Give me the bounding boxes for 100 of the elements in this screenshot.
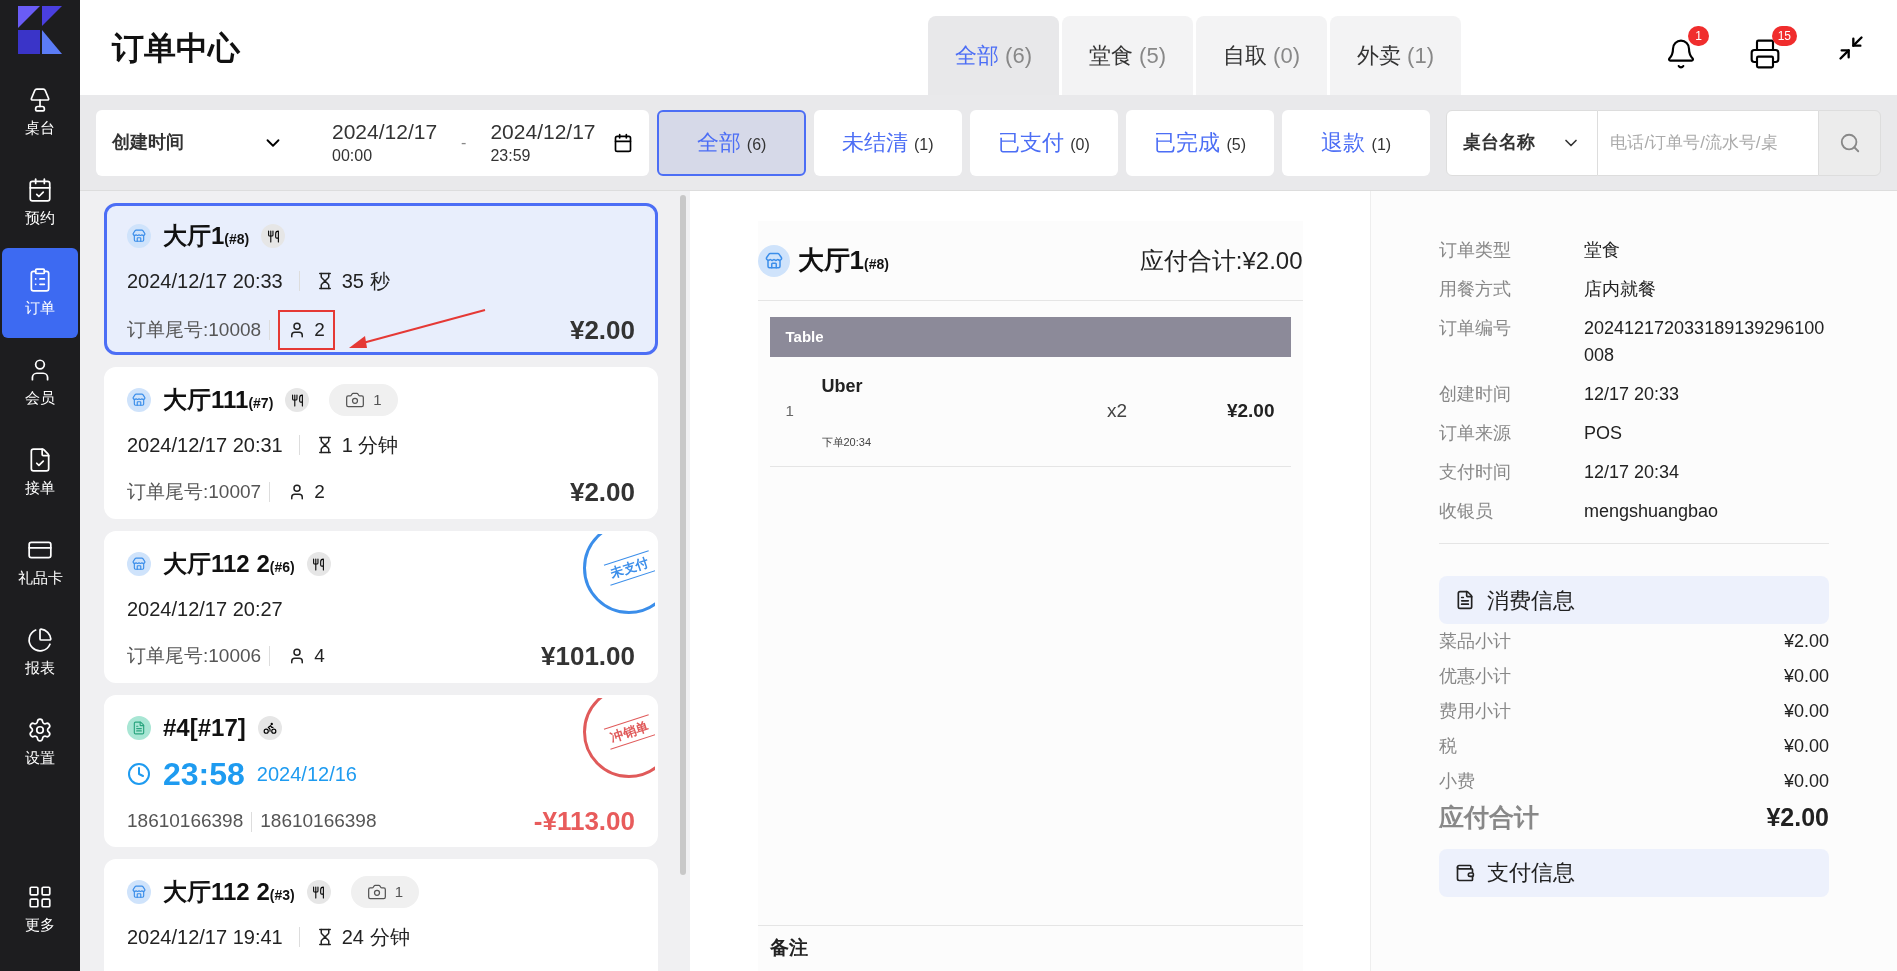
sidebar-item[interactable]: 报表 [2,608,78,698]
status-tab[interactable]: 已完成 (5) [1126,109,1275,176]
order-card[interactable]: 大厅111(#7) 1 2024/12/17 20:31 1 分钟 订单尾号:10007 2 ¥2.00 [104,367,658,519]
item-price: ¥2.00 [1226,399,1275,424]
page-title: 订单中心 [110,28,241,68]
item-note: 下单20:34 [821,435,872,450]
sidebar-item[interactable]: 设置 [2,698,78,788]
search-field[interactable]: 电话/订单号/流水号/桌 [1598,109,1819,176]
start-date: 2024/12/17 [332,119,438,146]
delivery-date: 2024/12/16 [256,762,357,787]
info-label: 订单编号 [1439,317,1512,340]
section-header: 消费信息 [1439,576,1829,624]
status-tab[interactable]: 退款 (1) [1282,109,1431,176]
sidebar-item[interactable]: 预约 [2,158,78,248]
start-time: 00:00 [332,145,374,166]
order-stamp: 冲销单 [583,698,655,778]
wallet-icon [1455,862,1475,883]
dish-icon [261,224,286,248]
order-card[interactable]: 大厅112 2(#6) 2024/12/17 20:27 订单尾号:10006 4 ¥101.00 未支付 [104,531,658,683]
order-amount: ¥2.00 [569,475,635,509]
search-type-dropdown[interactable]: 桌台名称 [1446,109,1599,176]
order-card[interactable]: 大厅112 2(#3) 1 2024/12/17 19:41 24 分钟 [104,859,658,971]
order-type-tab[interactable]: 自取 (0) [1196,16,1327,95]
order-title: 大厅1(#8) [163,221,250,251]
bell-icon [1665,37,1697,70]
info-value: POS [1584,422,1622,445]
order-tail-number: 订单尾号:10007 [127,480,262,504]
order-type-tab[interactable]: 堂食 (5) [1062,16,1193,95]
sidebar-item[interactable]: 礼品卡 [2,518,78,608]
receipt-icon [1455,590,1475,610]
order-title: 大厅111(#7) [163,385,274,415]
item-name: Uber [821,374,864,398]
guest-count: 2 [278,472,335,513]
phone-number: 18610166398 [127,809,244,834]
info-label: 收银员 [1439,500,1494,523]
search-icon [1838,131,1861,154]
info-label: 支付时间 [1439,461,1512,484]
notification-button[interactable]: 1 [1665,25,1709,70]
scooter-icon [257,716,282,740]
sidebar-item[interactable]: 订单 [2,248,78,338]
sidebar-item[interactable]: 更多 [2,865,78,955]
notification-badge: 1 [1688,25,1709,46]
status-tab[interactable]: 全部 (6) [657,109,806,176]
order-title: #4[#17] [163,713,246,743]
order-type-tab[interactable]: 外卖 (1) [1330,16,1461,95]
section-header: 支付信息 [1439,848,1829,897]
print-button[interactable]: 15 [1749,25,1797,70]
guest-count: 2 [278,309,335,351]
guest-count: 4 [278,636,335,677]
fee-label: 菜品小计 [1439,630,1511,653]
status-tab[interactable]: 已支付 (0) [969,109,1119,176]
table-header: Table [769,317,1291,357]
scrollbar[interactable] [680,195,686,875]
collapse-button[interactable] [1837,33,1865,62]
photo-count-badge: 1 [329,384,398,416]
collapse-icon [1837,33,1865,62]
sidebar-item[interactable]: 接单 [2,428,78,518]
order-datetime: 2024/12/17 19:41 [127,925,283,950]
fee-value: ¥0.00 [1783,665,1829,688]
calendar-check-icon [27,176,53,203]
dish-icon [285,388,310,412]
order-amount: ¥2.00 [569,313,635,347]
photo-count-badge: 1 [350,876,419,908]
pie-chart-icon [27,626,53,653]
search-button[interactable] [1818,109,1881,176]
status-tab[interactable]: 未结清 (1) [813,109,962,176]
item-index: 1 [785,401,795,422]
elapsed-time: 24 分钟 [341,925,410,950]
order-card[interactable]: 大厅1(#8) 2024/12/17 20:33 35 秒 订单尾号:10008 2 ¥2.00 [104,203,658,355]
order-type-tab[interactable]: 全部 (6) [928,16,1059,95]
fee-label: 优惠小计 [1439,665,1511,688]
order-tail-number: 订单尾号:10006 [127,644,262,668]
store-icon [757,244,790,277]
sidebar-item[interactable]: 会员 [2,338,78,428]
date-type-label: 创建时间 [112,131,185,154]
remark-label: 备注 [769,936,808,961]
info-value: mengshuangbao [1584,500,1719,523]
order-datetime: 2024/12/17 20:33 [127,269,283,294]
store-icon [127,224,151,248]
store-icon [127,880,151,904]
order-card[interactable]: #4[#17] 23:58 2024/12/16 18610166398 18610166398 -¥113.00 冲销单 [104,695,658,847]
info-label: 订单类型 [1439,239,1512,262]
dish-icon [306,880,331,904]
order-title: 大厅112 2(#6) [163,549,295,579]
info-label: 用餐方式 [1439,278,1512,301]
order-datetime: 2024/12/17 20:27 [127,597,283,622]
info-label: 订单来源 [1439,422,1512,445]
order-stamp: 未支付 [583,534,655,614]
info-value: 12/17 20:34 [1584,461,1680,484]
elapsed-time: 35 秒 [341,269,390,294]
fee-value: ¥2.00 [1783,630,1829,653]
date-range-field[interactable]: 创建时间 2024/12/17 00:00 - 2024/12/17 23:59 [96,109,650,176]
fee-value: ¥0.00 [1783,770,1829,793]
range-separator: - [461,132,467,153]
fee-label: 费用小计 [1439,700,1511,723]
sidebar-item[interactable]: 桌台 [2,68,78,158]
file-check-icon [27,446,53,473]
info-value: 12/17 20:33 [1584,383,1680,406]
clock-icon [127,762,151,786]
fee-value: ¥0.00 [1783,735,1829,758]
